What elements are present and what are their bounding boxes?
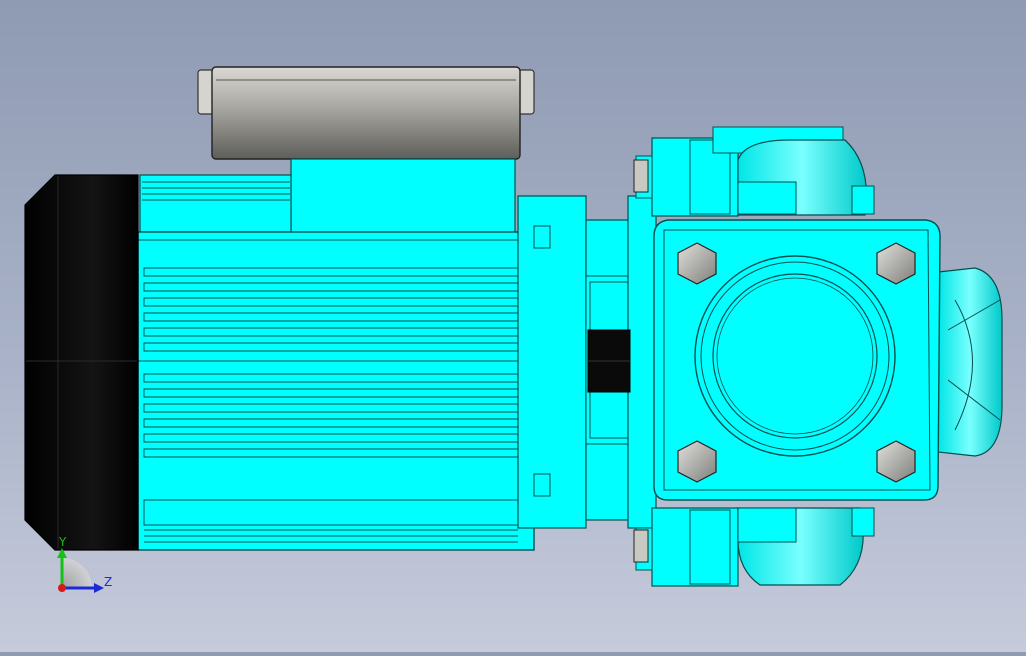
motor-upper-section bbox=[139, 174, 292, 233]
side-outlet-pipe bbox=[937, 267, 1003, 457]
terminal-box-lid bbox=[197, 66, 535, 160]
fan-cover bbox=[24, 174, 139, 551]
cad-viewport[interactable]: Y Z bbox=[0, 0, 1026, 652]
pump-shaft bbox=[587, 329, 631, 393]
lower-pump-flange bbox=[635, 507, 875, 587]
motor-flange bbox=[517, 195, 657, 529]
z-axis-label: Z bbox=[104, 575, 112, 589]
terminal-box-base bbox=[290, 158, 516, 235]
pump-model: Y Z bbox=[24, 66, 1003, 593]
x-axis-dot bbox=[58, 584, 66, 592]
y-axis-label: Y bbox=[58, 535, 67, 549]
upper-pump-flange bbox=[635, 126, 875, 217]
pump-cover bbox=[694, 255, 896, 457]
